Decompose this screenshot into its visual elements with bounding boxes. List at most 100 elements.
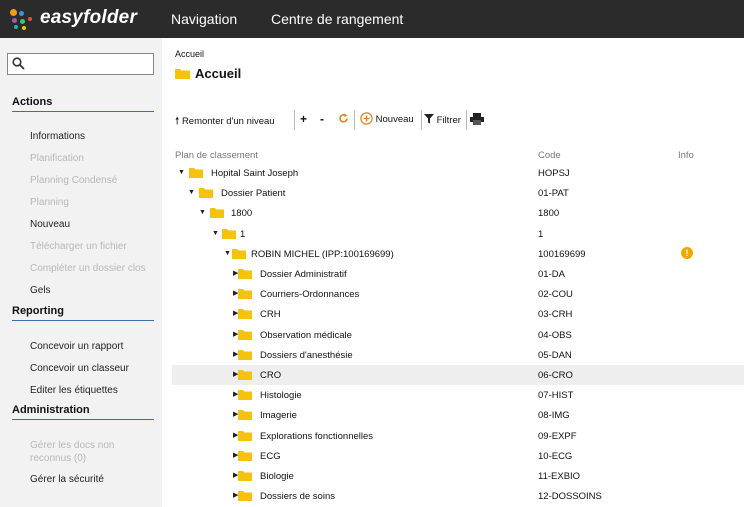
folder-icon [238,450,252,461]
column-header-plan[interactable]: Plan de classement [175,150,258,161]
sidebar-item-nouveau[interactable]: Nouveau [30,218,158,231]
folder-icon [238,349,252,360]
tree-row[interactable]: ▶ Dossier Administratif 01-DA [172,264,744,284]
tree-row[interactable]: ▶ Explorations fonctionnelles 09-EXPF [172,426,744,446]
sidebar-item-planning-condense: Planning Condensé [30,175,118,186]
tree-row-code: 10-ECG [538,450,573,462]
sidebar-item-concevoir-rapport[interactable]: Concevoir un rapport [30,340,158,353]
search-icon [12,57,25,70]
tree-row-label: Imagerie [260,410,297,422]
tree-row-label: Hopital Saint Joseph [211,168,299,179]
nav-navigation[interactable]: Navigation [171,11,237,27]
sidebar-item-concevoir-classeur[interactable]: Concevoir un classeur [30,362,158,375]
add-circle-icon [360,112,373,125]
search-input[interactable] [7,53,154,75]
tree-row-label: CRH [260,309,281,321]
folder-icon [238,471,252,481]
tree-row[interactable]: ▶ Biologie 11-EXBIO [172,466,744,486]
nav-centre-de-rangement[interactable]: Centre de rangement [271,11,403,27]
tree-row-label: Dossier Patient [221,188,286,200]
tree-row-code: 07-HIST [538,390,574,402]
sidebar-item-gels[interactable]: Gels [30,284,158,297]
tree-row-code: 08-IMG [538,410,570,422]
folder-icon [238,491,252,502]
folder-icon [199,188,213,199]
tree-row[interactable]: ▼ Hopital Saint Joseph HOPSJ [172,163,744,183]
caret-down-icon[interactable]: ▼ [199,209,206,216]
tree-row-label: Observation médicale [260,329,352,341]
tree-row-code: 1800 [538,208,560,220]
expand-plus-button[interactable]: + [300,112,307,126]
section-administration: Administration [12,404,154,420]
filtrer-button[interactable]: Filtrer [424,114,461,126]
tree-row[interactable]: ▶ Dossiers d'anesthésie 05-DAN [172,345,744,365]
tree-row-label: ROBIN MICHEL (IPP:100169699) [251,248,394,260]
column-header-code[interactable]: Code [538,150,561,161]
sidebar-item-planification: Planification [30,153,84,164]
folder-icon [238,390,252,401]
tree-row-code: 01-DA [538,269,565,280]
folder-icon [189,168,203,178]
tree-row[interactable]: ▼ 1 1 [172,224,744,244]
tree-row-code: 100169699 [538,248,586,260]
folder-icon [222,228,236,239]
remonter-button[interactable]: 🠕 Remonter d'un niveau [175,114,275,131]
logo-dots-icon [10,9,36,31]
folder-icon [238,329,252,340]
folder-icon [238,370,252,380]
tree-row-code: 09-EXPF [538,430,577,442]
tree-row[interactable]: ▶ Histologie 07-HIST [172,385,744,405]
sidebar-item-gerer-securite[interactable]: Gérer la sécurité [30,473,158,486]
filter-icon [424,114,434,124]
tree-row[interactable]: ▼ Dossier Patient 01-PAT [172,183,744,203]
tree-row-code: HOPSJ [538,168,570,179]
caret-down-icon[interactable]: ▼ [188,189,195,196]
caret-down-icon[interactable]: ▼ [224,250,231,257]
tree-row-label: Courriers-Ordonnances [260,289,360,301]
toolbar-separator [466,110,467,130]
caret-down-icon[interactable]: ▼ [212,230,219,237]
page-title: Accueil [175,66,241,81]
folder-icon [238,289,252,300]
tree-row[interactable]: ▶ Imagerie 08-IMG [172,405,744,425]
sidebar-item-gerer-docs: Gérer les docs non reconnus (0) [30,440,115,464]
folder-icon [232,248,246,259]
folder-icon [238,309,252,320]
tree-row[interactable]: ▼ ROBIN MICHEL (IPP:100169699) 100169699! [172,244,744,264]
toolbar-separator [294,110,295,130]
easyfolder-logo[interactable]: easyfolder [10,6,150,32]
refresh-icon[interactable] [338,113,349,127]
sidebar-item-informations[interactable]: Informations [30,130,158,143]
tree-row-code: 12-DOSSOINS [538,491,602,503]
page-title-text: Accueil [195,66,242,81]
tree-row[interactable]: ▶ Courriers-Ordonnances 02-COU [172,284,744,304]
folder-icon [238,410,252,421]
toolbar-separator [354,110,355,130]
nouveau-button[interactable]: Nouveau [360,112,414,125]
section-actions: Actions [12,96,154,112]
breadcrumb[interactable]: Accueil [175,49,204,59]
tree-row-code: 03-CRH [538,309,573,321]
collapse-minus-button[interactable]: - [320,112,324,126]
tree-row-label: 1 [240,228,246,240]
tree-row-code: 01-PAT [538,188,569,200]
tree-row[interactable]: ▶ CRH 03-CRH [172,304,744,324]
tree-row-code: 06-CRO [538,370,573,381]
column-header-info[interactable]: Info [678,150,694,161]
tree-row[interactable]: ▶ Observation médicale 04-OBS [172,325,744,345]
tree-row[interactable]: ▼ 1800 1800 [172,203,744,223]
caret-down-icon[interactable]: ▼ [178,169,185,176]
tree-row-label: Biologie [260,471,294,482]
tree-row-label: Dossiers d'anesthésie [260,349,353,361]
tree-row-label: 1800 [231,208,253,220]
tree-row[interactable]: ▶ Dossiers de soins 12-DOSSOINS [172,486,744,506]
tree-row[interactable]: ▶ CRO 06-CRO [172,365,744,385]
tree-row[interactable]: ▶ ECG 10-ECG [172,446,744,466]
tree-row-label: ECG [260,450,281,462]
tree-row-label: Histologie [260,390,302,402]
info-icon[interactable]: ! [681,246,693,259]
print-icon[interactable] [470,113,484,128]
sidebar-item-editer-etiquettes[interactable]: Editer les étiquettes [30,384,158,397]
tree-row-code: 11-EXBIO [538,471,581,482]
tree-row-code: 05-DAN [538,349,572,361]
